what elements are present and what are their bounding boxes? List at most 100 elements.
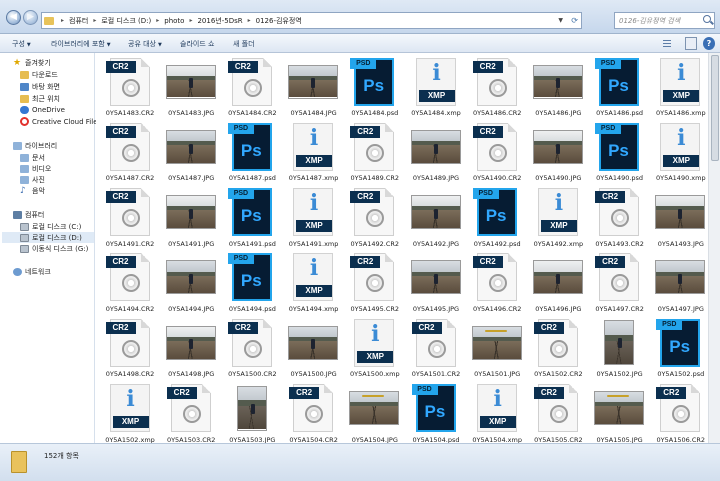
- file-item[interactable]: CR2 0Y5A1505.CR2: [527, 383, 588, 443]
- share-with-button[interactable]: 공유 대상 ▼: [128, 39, 162, 49]
- file-item[interactable]: 0Y5A1503.JPG: [221, 383, 282, 443]
- file-item[interactable]: 0Y5A1489.JPG: [405, 121, 466, 185]
- breadcrumb-computer[interactable]: 컴퓨터: [67, 16, 90, 26]
- nav-onedrive[interactable]: OneDrive: [20, 106, 65, 114]
- vertical-scrollbar[interactable]: [708, 53, 720, 443]
- file-item[interactable]: i XMP 0Y5A1487.xmp: [283, 121, 344, 185]
- slideshow-button[interactable]: 슬라이드 쇼: [180, 39, 214, 49]
- file-item[interactable]: i XMP 0Y5A1504.xmp: [466, 383, 527, 443]
- help-icon[interactable]: ?: [703, 37, 715, 50]
- file-item[interactable]: 0Y5A1483.JPG: [160, 56, 221, 120]
- file-item[interactable]: 0Y5A1498.JPG: [160, 317, 221, 381]
- refresh-icon[interactable]: ⟳: [571, 16, 578, 25]
- file-item[interactable]: 0Y5A1486.JPG: [527, 56, 588, 120]
- file-item[interactable]: 0Y5A1500.JPG: [283, 317, 344, 381]
- file-item[interactable]: i XMP 0Y5A1502.xmp: [99, 383, 160, 443]
- file-item[interactable]: 0Y5A1493.JPG: [650, 187, 708, 251]
- file-item[interactable]: i XMP 0Y5A1491.xmp: [283, 187, 344, 251]
- file-item[interactable]: PSD Ps 0Y5A1486.psd: [589, 56, 650, 120]
- file-item[interactable]: i XMP 0Y5A1494.xmp: [283, 252, 344, 316]
- file-item[interactable]: 0Y5A1491.JPG: [160, 187, 221, 251]
- nav-computer[interactable]: 컴퓨터: [13, 210, 44, 220]
- file-item[interactable]: 0Y5A1497.JPG: [650, 252, 708, 316]
- forward-button[interactable]: ▶: [23, 10, 38, 25]
- organize-button[interactable]: 구성 ▼: [12, 39, 31, 49]
- nav-drive-c[interactable]: 로컬 디스크 (C:): [20, 222, 81, 232]
- chevron-down-icon[interactable]: ▼: [558, 17, 563, 24]
- nav-documents[interactable]: 문서: [20, 153, 45, 163]
- file-item[interactable]: 0Y5A1487.JPG: [160, 121, 221, 185]
- nav-drive-d[interactable]: 로컬 디스크 (D:): [2, 232, 94, 243]
- nav-libraries[interactable]: 라이브러리: [13, 141, 57, 151]
- file-item[interactable]: CR2 0Y5A1495.CR2: [344, 252, 405, 316]
- file-item[interactable]: CR2 0Y5A1484.CR2: [221, 56, 282, 120]
- file-item[interactable]: 0Y5A1494.JPG: [160, 252, 221, 316]
- file-item[interactable]: PSD Ps 0Y5A1491.psd: [221, 187, 282, 251]
- breadcrumb-2016-5dsr[interactable]: 2016년-5DsR: [195, 16, 244, 26]
- preview-pane-icon[interactable]: [685, 37, 697, 50]
- file-item[interactable]: CR2 0Y5A1501.CR2: [405, 317, 466, 381]
- file-item[interactable]: CR2 0Y5A1498.CR2: [99, 317, 160, 381]
- chevron-right-icon[interactable]: ▸: [58, 17, 67, 24]
- nav-favorites[interactable]: ★ 즐겨찾기: [13, 58, 51, 68]
- file-item[interactable]: CR2 0Y5A1492.CR2: [344, 187, 405, 251]
- search-icon[interactable]: [703, 15, 711, 23]
- file-item[interactable]: CR2 0Y5A1504.CR2: [283, 383, 344, 443]
- file-item[interactable]: CR2 0Y5A1502.CR2: [527, 317, 588, 381]
- file-item[interactable]: CR2 0Y5A1483.CR2: [99, 56, 160, 120]
- file-item[interactable]: 0Y5A1484.JPG: [283, 56, 344, 120]
- chevron-right-icon[interactable]: ▸: [186, 17, 195, 24]
- file-item[interactable]: PSD Ps 0Y5A1504.psd: [405, 383, 466, 443]
- breadcrumb-current-folder[interactable]: 0126-김유정역: [254, 16, 304, 26]
- file-item[interactable]: CR2 0Y5A1490.CR2: [466, 121, 527, 185]
- file-item[interactable]: PSD Ps 0Y5A1494.psd: [221, 252, 282, 316]
- file-item[interactable]: 0Y5A1504.JPG: [344, 383, 405, 443]
- file-item[interactable]: CR2 0Y5A1500.CR2: [221, 317, 282, 381]
- file-item[interactable]: CR2 0Y5A1497.CR2: [589, 252, 650, 316]
- file-item[interactable]: 0Y5A1496.JPG: [527, 252, 588, 316]
- new-folder-button[interactable]: 새 폴더: [233, 39, 255, 49]
- nav-music[interactable]: ♪ 음악: [20, 186, 45, 196]
- nav-videos[interactable]: 비디오: [20, 164, 51, 174]
- breadcrumb-drive-d[interactable]: 로컬 디스크 (D:): [99, 16, 153, 26]
- file-item[interactable]: CR2 0Y5A1489.CR2: [344, 121, 405, 185]
- breadcrumb-photo[interactable]: photo: [162, 17, 186, 25]
- file-item[interactable]: CR2 0Y5A1494.CR2: [99, 252, 160, 316]
- file-item[interactable]: 0Y5A1505.JPG: [589, 383, 650, 443]
- nav-desktop[interactable]: 바탕 화면: [20, 82, 60, 92]
- file-item[interactable]: CR2 0Y5A1503.CR2: [160, 383, 221, 443]
- file-item[interactable]: CR2 0Y5A1496.CR2: [466, 252, 527, 316]
- breadcrumb[interactable]: ▸ 컴퓨터 ▸ 로컬 디스크 (D:) ▸ photo ▸ 2016년-5DsR…: [41, 12, 582, 29]
- nav-recent-places[interactable]: 최근 위치: [20, 94, 60, 104]
- file-item[interactable]: 0Y5A1492.JPG: [405, 187, 466, 251]
- file-item[interactable]: PSD Ps 0Y5A1502.psd: [650, 317, 708, 381]
- chevron-right-icon[interactable]: ▸: [245, 17, 254, 24]
- file-item[interactable]: 0Y5A1490.JPG: [527, 121, 588, 185]
- include-in-library-button[interactable]: 라이브러리에 포함 ▼: [51, 39, 111, 49]
- back-button[interactable]: ◀: [6, 10, 21, 25]
- file-item[interactable]: PSD Ps 0Y5A1484.psd: [344, 56, 405, 120]
- nav-network[interactable]: 네트워크: [13, 267, 51, 277]
- chevron-right-icon[interactable]: ▸: [153, 17, 162, 24]
- file-item[interactable]: 0Y5A1501.JPG: [466, 317, 527, 381]
- file-item[interactable]: i XMP 0Y5A1484.xmp: [405, 56, 466, 120]
- file-item[interactable]: PSD Ps 0Y5A1492.psd: [466, 187, 527, 251]
- view-options-icon[interactable]: [660, 37, 676, 50]
- file-item[interactable]: i XMP 0Y5A1486.xmp: [650, 56, 708, 120]
- chevron-right-icon[interactable]: ▸: [90, 17, 99, 24]
- file-item[interactable]: PSD Ps 0Y5A1487.psd: [221, 121, 282, 185]
- file-item[interactable]: CR2 0Y5A1487.CR2: [99, 121, 160, 185]
- search-input[interactable]: 0126-김유정역 검색: [614, 12, 715, 29]
- scrollbar-thumb[interactable]: [711, 55, 719, 161]
- file-item[interactable]: 0Y5A1495.JPG: [405, 252, 466, 316]
- file-item[interactable]: PSD Ps 0Y5A1490.psd: [589, 121, 650, 185]
- nav-downloads[interactable]: 다운로드: [20, 70, 58, 80]
- file-item[interactable]: CR2 0Y5A1506.CR2: [650, 383, 708, 443]
- file-item[interactable]: CR2 0Y5A1486.CR2: [466, 56, 527, 120]
- file-item[interactable]: i XMP 0Y5A1490.xmp: [650, 121, 708, 185]
- file-item[interactable]: i XMP 0Y5A1500.xmp: [344, 317, 405, 381]
- nav-drive-g[interactable]: 이동식 디스크 (G:): [20, 244, 88, 254]
- file-item[interactable]: 0Y5A1502.JPG: [589, 317, 650, 381]
- nav-creative-cloud[interactable]: Creative Cloud Files: [20, 117, 101, 126]
- file-item[interactable]: CR2 0Y5A1493.CR2: [589, 187, 650, 251]
